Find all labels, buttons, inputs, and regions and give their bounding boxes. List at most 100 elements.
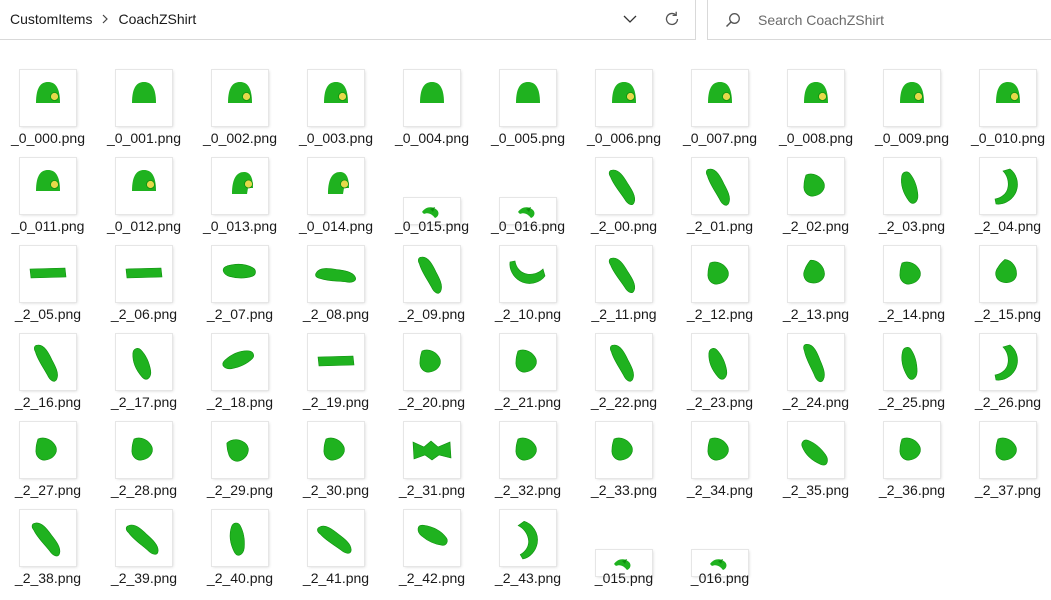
file-item[interactable]: _2_31.png	[385, 398, 479, 498]
file-thumbnail[interactable]	[212, 70, 268, 126]
file-item[interactable]: _2_19.png	[289, 310, 383, 410]
search-box[interactable]: Search CoachZShirt	[707, 0, 1051, 40]
file-thumbnail[interactable]	[692, 158, 748, 214]
file-item[interactable]: _2_39.png	[97, 486, 191, 586]
file-thumbnail[interactable]	[308, 158, 364, 214]
chevron-down-icon[interactable]	[612, 0, 648, 38]
file-item[interactable]: _0_009.png	[865, 46, 959, 146]
file-thumbnail[interactable]	[20, 422, 76, 478]
file-thumbnail[interactable]	[692, 70, 748, 126]
file-item[interactable]: _2_35.png	[769, 398, 863, 498]
file-thumbnail[interactable]	[692, 422, 748, 478]
file-item[interactable]: _2_14.png	[865, 222, 959, 322]
file-item[interactable]: _2_42.png	[385, 486, 479, 586]
file-item[interactable]: _2_17.png	[97, 310, 191, 410]
file-item[interactable]: _2_00.png	[577, 134, 671, 234]
file-item[interactable]: _2_22.png	[577, 310, 671, 410]
file-thumbnail[interactable]	[980, 334, 1036, 390]
file-thumbnail[interactable]	[308, 70, 364, 126]
file-item[interactable]: _0_003.png	[289, 46, 383, 146]
file-thumbnail[interactable]	[596, 422, 652, 478]
file-thumbnail[interactable]	[308, 510, 364, 566]
file-thumbnail[interactable]	[884, 70, 940, 126]
file-thumbnail[interactable]	[20, 334, 76, 390]
file-item[interactable]: _2_05.png	[1, 222, 95, 322]
file-item[interactable]: _2_32.png	[481, 398, 575, 498]
refresh-icon[interactable]	[654, 0, 690, 38]
file-item[interactable]: _2_07.png	[193, 222, 287, 322]
file-item[interactable]: _0_006.png	[577, 46, 671, 146]
file-item[interactable]: _2_01.png	[673, 134, 767, 234]
file-item[interactable]: _2_27.png	[1, 398, 95, 498]
breadcrumb-item-coachzshirt[interactable]: CoachZShirt	[116, 11, 198, 27]
file-item[interactable]: _2_28.png	[97, 398, 191, 498]
file-thumbnail[interactable]	[980, 422, 1036, 478]
file-thumbnail[interactable]	[692, 246, 748, 302]
file-thumbnail[interactable]	[116, 158, 172, 214]
file-thumbnail[interactable]	[884, 334, 940, 390]
file-item[interactable]: _0_013.png	[193, 134, 287, 234]
file-thumbnail[interactable]	[788, 246, 844, 302]
file-item[interactable]: _2_04.png	[961, 134, 1051, 234]
file-thumbnail[interactable]	[20, 510, 76, 566]
file-item[interactable]: _2_33.png	[577, 398, 671, 498]
file-thumbnail[interactable]	[212, 510, 268, 566]
file-thumbnail[interactable]	[500, 422, 556, 478]
file-item[interactable]: _2_40.png	[193, 486, 287, 586]
file-thumbnail[interactable]	[788, 158, 844, 214]
file-item[interactable]: _2_34.png	[673, 398, 767, 498]
file-item[interactable]: _0_001.png	[97, 46, 191, 146]
file-item[interactable]: _0_008.png	[769, 46, 863, 146]
file-thumbnail[interactable]	[596, 246, 652, 302]
file-item[interactable]: _016.png	[673, 486, 767, 586]
file-item[interactable]: _2_30.png	[289, 398, 383, 498]
file-thumbnail[interactable]	[116, 70, 172, 126]
file-item[interactable]: _2_41.png	[289, 486, 383, 586]
file-item[interactable]: _2_10.png	[481, 222, 575, 322]
file-thumbnail[interactable]	[980, 158, 1036, 214]
file-thumbnail[interactable]	[596, 158, 652, 214]
file-item[interactable]: _2_08.png	[289, 222, 383, 322]
file-thumbnail[interactable]	[116, 246, 172, 302]
file-thumbnail[interactable]	[788, 334, 844, 390]
file-item[interactable]: _2_21.png	[481, 310, 575, 410]
file-item[interactable]: _2_23.png	[673, 310, 767, 410]
file-thumbnail[interactable]	[596, 70, 652, 126]
file-thumbnail[interactable]	[212, 246, 268, 302]
file-item[interactable]: _0_015.png	[385, 134, 479, 234]
file-thumbnail[interactable]	[500, 70, 556, 126]
file-thumbnail[interactable]	[596, 334, 652, 390]
file-thumbnail[interactable]	[884, 246, 940, 302]
file-item[interactable]: _2_12.png	[673, 222, 767, 322]
file-thumbnail[interactable]	[404, 70, 460, 126]
file-item[interactable]: _2_36.png	[865, 398, 959, 498]
file-item[interactable]: _0_004.png	[385, 46, 479, 146]
file-item[interactable]: _0_002.png	[193, 46, 287, 146]
file-thumbnail[interactable]	[20, 70, 76, 126]
file-thumbnail[interactable]	[500, 246, 556, 302]
file-item[interactable]: _2_06.png	[97, 222, 191, 322]
file-item[interactable]: _2_26.png	[961, 310, 1051, 410]
file-item[interactable]: _2_38.png	[1, 486, 95, 586]
file-item[interactable]: _015.png	[577, 486, 671, 586]
file-thumbnail[interactable]	[884, 158, 940, 214]
file-item[interactable]: _2_18.png	[193, 310, 287, 410]
file-thumbnail[interactable]	[884, 422, 940, 478]
file-thumbnail[interactable]	[404, 422, 460, 478]
file-item[interactable]: _0_011.png	[1, 134, 95, 234]
file-item[interactable]: _0_007.png	[673, 46, 767, 146]
file-thumbnail[interactable]	[212, 158, 268, 214]
file-item[interactable]: _2_37.png	[961, 398, 1051, 498]
file-item[interactable]: _2_02.png	[769, 134, 863, 234]
file-thumbnail[interactable]	[308, 422, 364, 478]
breadcrumb-item-customitems[interactable]: CustomItems	[8, 11, 94, 27]
file-item[interactable]: _2_20.png	[385, 310, 479, 410]
file-item[interactable]: _0_012.png	[97, 134, 191, 234]
file-thumbnail[interactable]	[212, 334, 268, 390]
file-thumbnail[interactable]	[788, 70, 844, 126]
file-thumbnail[interactable]	[308, 246, 364, 302]
file-thumbnail[interactable]	[308, 334, 364, 390]
file-item[interactable]: _2_11.png	[577, 222, 671, 322]
file-item[interactable]: _2_03.png	[865, 134, 959, 234]
file-item[interactable]: _2_09.png	[385, 222, 479, 322]
